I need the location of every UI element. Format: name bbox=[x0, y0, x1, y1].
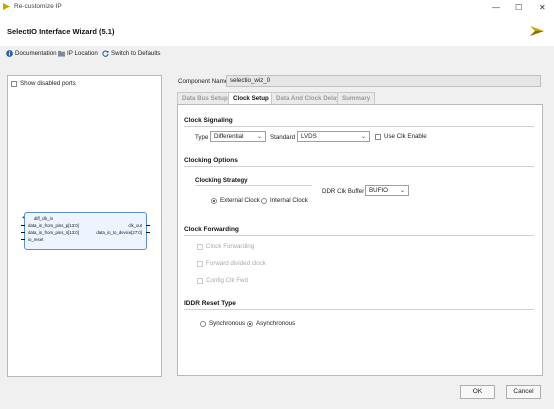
forward-divided-clock-label: Forward divided clock bbox=[206, 260, 266, 267]
radio-selected[interactable] bbox=[247, 320, 253, 327]
switch-to-defaults-label: Switch to Defaults bbox=[111, 50, 161, 57]
clocking-options-heading: Clocking Options bbox=[184, 157, 238, 164]
pin-line bbox=[146, 232, 150, 233]
input-port: data_in_from_pins_n[13:0] bbox=[28, 230, 79, 235]
clock-setup-panel bbox=[177, 104, 543, 376]
folder-icon bbox=[58, 50, 65, 57]
pin-line bbox=[146, 225, 150, 226]
divider bbox=[184, 235, 534, 236]
documentation-label: Documentation bbox=[15, 50, 57, 57]
refresh-icon bbox=[102, 50, 109, 57]
config-clk-fwd-label: Config Clk Fwd bbox=[206, 277, 248, 284]
checkbox-box[interactable] bbox=[197, 277, 203, 284]
asynchronous-label: Asynchronous bbox=[256, 320, 296, 327]
checkbox-box[interactable] bbox=[197, 260, 203, 267]
divider bbox=[184, 126, 534, 127]
standard-value: LVDS bbox=[301, 133, 317, 140]
external-clock-radio[interactable]: External Clock bbox=[211, 197, 260, 204]
use-clk-enable-label: Use Clk Enable bbox=[384, 133, 427, 140]
window-titlebar: Re-customize IP — ☐ ✕ bbox=[0, 0, 554, 17]
type-label: Type bbox=[195, 134, 209, 141]
ip-symbol[interactable]: + diff_clk_in data_in_from_pins_p[13:0] … bbox=[21, 212, 150, 250]
standard-select[interactable]: LVDS ⌄ bbox=[297, 131, 370, 142]
type-value: Differential bbox=[214, 133, 244, 140]
checkbox-box[interactable] bbox=[11, 80, 17, 87]
ddr-clk-buffer-value: BUFIO bbox=[369, 187, 388, 194]
vivado-logo-icon bbox=[530, 26, 544, 36]
internal-clock-label: Internal Clock bbox=[270, 197, 308, 204]
pin-line bbox=[21, 225, 25, 226]
output-port: clk_out bbox=[128, 223, 142, 228]
external-clock-label: External Clock bbox=[220, 197, 260, 204]
type-select[interactable]: Differential ⌄ bbox=[210, 131, 266, 142]
component-name-label: Component Name bbox=[178, 78, 229, 85]
wizard-title: SelectIO Interface Wizard (5.1) bbox=[7, 27, 115, 36]
checkbox-box[interactable] bbox=[197, 243, 203, 250]
synchronous-radio[interactable]: Synchronous bbox=[200, 320, 245, 327]
divider bbox=[195, 185, 312, 186]
close-button[interactable]: ✕ bbox=[539, 3, 546, 12]
radio-unselected[interactable] bbox=[261, 197, 267, 204]
tab-data-bus-setup[interactable]: Data Bus Setup bbox=[177, 92, 233, 104]
radio-unselected[interactable] bbox=[200, 320, 206, 327]
tab-summary[interactable]: Summary bbox=[337, 92, 376, 104]
chevron-down-icon: ⌄ bbox=[399, 188, 405, 194]
cancel-button[interactable]: Cancel bbox=[506, 385, 541, 399]
clock-forwarding-heading: Clock Forwarding bbox=[184, 226, 239, 233]
symbol-panel: Show disabled ports + diff_clk_in data_i… bbox=[7, 75, 162, 377]
ip-location-label: IP Location bbox=[67, 50, 98, 57]
forward-divided-clock-checkbox[interactable]: Forward divided clock bbox=[197, 260, 266, 267]
wizard-header: SelectIO Interface Wizard (5.1) bbox=[0, 16, 554, 46]
clocking-strategy-heading: Clocking Strategy bbox=[195, 177, 248, 184]
ok-button[interactable]: OK bbox=[460, 385, 495, 399]
ddr-clk-buffer-label: DDR Clk Buffer bbox=[322, 188, 365, 195]
standard-label: Standard bbox=[270, 134, 296, 141]
input-port: io_reset bbox=[28, 237, 44, 242]
show-disabled-ports-checkbox[interactable]: Show disabled ports bbox=[11, 80, 76, 87]
switch-to-defaults-button[interactable]: Switch to Defaults bbox=[102, 50, 161, 57]
internal-clock-radio[interactable]: Internal Clock bbox=[261, 197, 308, 204]
component-name-field[interactable]: selectio_wiz_0 bbox=[226, 75, 541, 87]
ip-location-button[interactable]: IP Location bbox=[58, 50, 98, 57]
toolbar: Documentation IP Location Switch to Defa… bbox=[0, 46, 554, 63]
divider bbox=[184, 309, 534, 310]
pin-line bbox=[21, 239, 25, 240]
use-clk-enable-checkbox[interactable]: Use Clk Enable bbox=[375, 133, 427, 140]
config-clk-fwd-checkbox[interactable]: Config Clk Fwd bbox=[197, 277, 248, 284]
show-disabled-ports-label: Show disabled ports bbox=[20, 80, 76, 87]
info-icon bbox=[6, 50, 13, 57]
app-icon bbox=[3, 3, 10, 10]
tab-clock-setup[interactable]: Clock Setup bbox=[228, 92, 274, 104]
output-port: data_in_to_device[27:0] bbox=[96, 230, 142, 235]
checkbox-box[interactable] bbox=[375, 133, 381, 140]
radio-selected[interactable] bbox=[211, 197, 217, 204]
chevron-down-icon: ⌄ bbox=[360, 134, 366, 140]
plus-icon[interactable]: + bbox=[22, 215, 25, 220]
clock-forwarding-checkbox[interactable]: Clock Forwarding bbox=[197, 243, 254, 250]
input-port: data_in_from_pins_p[13:0] bbox=[28, 223, 79, 228]
ddr-clk-buffer-select[interactable]: BUFIO ⌄ bbox=[365, 185, 409, 196]
documentation-button[interactable]: Documentation bbox=[6, 50, 57, 57]
tab-data-and-clock-delay[interactable]: Data And Clock Delay bbox=[271, 92, 345, 104]
chevron-down-icon: ⌄ bbox=[256, 134, 262, 140]
clock-forwarding-label: Clock Forwarding bbox=[206, 243, 255, 250]
synchronous-label: Synchronous bbox=[209, 320, 246, 327]
iddr-reset-heading: IDDR Reset Type bbox=[184, 300, 236, 307]
asynchronous-radio[interactable]: Asynchronous bbox=[247, 320, 295, 327]
window-title: Re-customize IP bbox=[14, 3, 62, 10]
minimize-button[interactable]: — bbox=[492, 3, 500, 12]
pin-line bbox=[21, 232, 25, 233]
divider bbox=[184, 166, 534, 167]
clock-signaling-heading: Clock Signaling bbox=[184, 117, 233, 124]
maximize-button[interactable]: ☐ bbox=[515, 3, 522, 12]
input-port: diff_clk_in bbox=[34, 216, 54, 221]
